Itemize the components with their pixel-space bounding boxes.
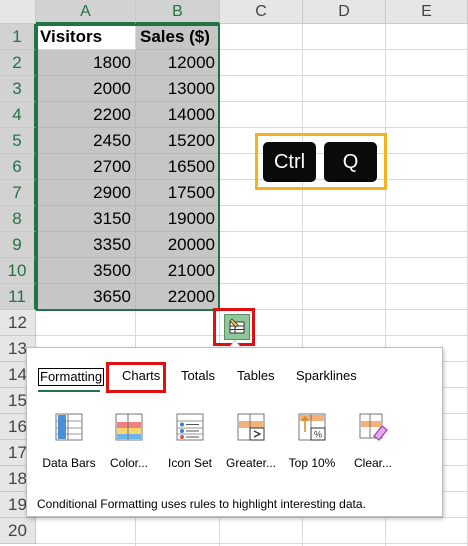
tab-sparklines[interactable]: Sparklines xyxy=(296,368,357,384)
quick-analysis-panel: Formatting Charts Totals Tables Sparklin… xyxy=(26,347,443,517)
icon-set-option[interactable]: Icon Set xyxy=(160,412,220,470)
option-label: Icon Set xyxy=(167,456,213,470)
q-key: Q xyxy=(324,142,377,182)
svg-text:%: % xyxy=(314,430,322,440)
clear-format-icon xyxy=(359,413,388,441)
data-bars-icon xyxy=(55,413,83,441)
option-label: Top 10% xyxy=(288,456,336,470)
tab-formatting[interactable]: Formatting xyxy=(38,368,105,386)
greater-than-icon xyxy=(237,413,265,441)
option-label: Greater... xyxy=(225,456,277,470)
color-scale-option[interactable]: Color... xyxy=(99,412,159,470)
option-label: Clear... xyxy=(353,456,392,470)
clear-format-option[interactable]: Clear... xyxy=(343,412,403,470)
charts-tab-highlight xyxy=(106,362,166,393)
tab-tables[interactable]: Tables xyxy=(237,368,275,384)
active-tab-indicator xyxy=(38,390,100,392)
greater-than-option[interactable]: Greater... xyxy=(221,412,281,470)
color-scale-icon xyxy=(115,413,143,441)
option-label: Color... xyxy=(109,456,148,470)
data-bars-option[interactable]: Data Bars xyxy=(39,412,99,470)
icon-set-icon xyxy=(176,413,204,441)
ctrl-key: Ctrl xyxy=(263,142,316,182)
top-10-percent-icon: % xyxy=(298,413,326,441)
panel-description: Conditional Formatting uses rules to hig… xyxy=(37,497,366,511)
option-label: Data Bars xyxy=(42,456,96,470)
tab-totals[interactable]: Totals xyxy=(181,368,215,384)
top-10-percent-option[interactable]: % Top 10% xyxy=(282,412,342,470)
